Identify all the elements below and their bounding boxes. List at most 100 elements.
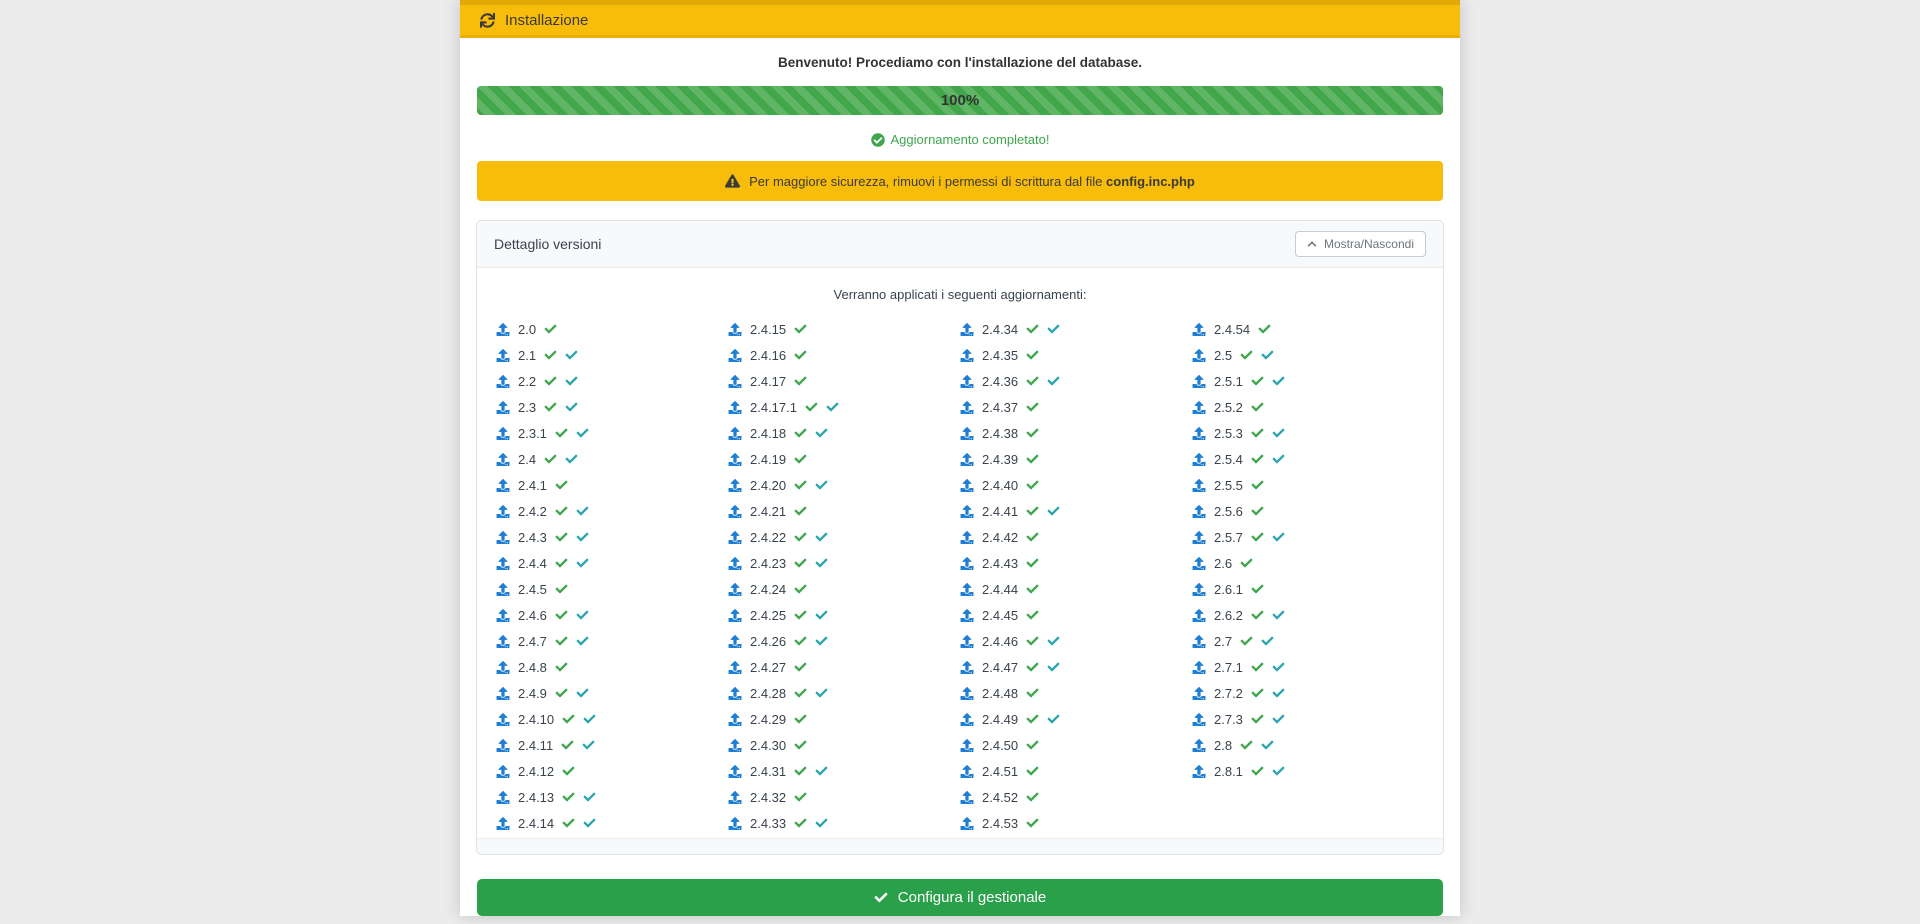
check-info-icon — [826, 401, 839, 413]
show-hide-button[interactable]: Mostra/Nascondi — [1295, 231, 1426, 257]
upload-icon — [1192, 557, 1206, 570]
check-success-icon — [1026, 453, 1039, 465]
upload-icon — [960, 687, 974, 700]
version-item: 2.4.52 — [960, 784, 1192, 810]
warning-text: Per maggiore sicurezza, rimuovi i permes… — [749, 174, 1195, 189]
upload-icon — [496, 349, 510, 362]
version-item: 2.4.29 — [728, 706, 960, 732]
check-info-icon — [815, 765, 828, 777]
version-label: 2.4.14 — [518, 816, 554, 831]
check-success-icon — [1026, 583, 1039, 595]
check-success-icon — [794, 739, 807, 751]
check-success-icon — [562, 765, 575, 777]
check-success-icon — [794, 479, 807, 491]
version-label: 2.7.1 — [1214, 660, 1243, 675]
version-label: 2.8 — [1214, 738, 1232, 753]
check-success-icon — [1026, 765, 1039, 777]
upload-icon — [1192, 765, 1206, 778]
upload-icon — [960, 401, 974, 414]
check-info-icon — [1272, 609, 1285, 621]
installation-header: Installazione — [460, 0, 1460, 38]
check-info-icon — [565, 401, 578, 413]
check-success-icon — [555, 479, 568, 491]
version-label: 2.4.54 — [1214, 322, 1250, 337]
check-success-icon — [794, 323, 807, 335]
check-icon — [874, 891, 888, 904]
version-label: 2.4 — [518, 452, 536, 467]
upload-icon — [496, 791, 510, 804]
check-info-icon — [815, 427, 828, 439]
check-success-icon — [1240, 739, 1253, 751]
upload-icon — [960, 713, 974, 726]
version-item: 2.5.2 — [1192, 394, 1424, 420]
version-item: 2.4.34 — [960, 316, 1192, 342]
upload-icon — [496, 479, 510, 492]
version-label: 2.4.1 — [518, 478, 547, 493]
version-item: 2.4.46 — [960, 628, 1192, 654]
check-success-icon — [1026, 427, 1039, 439]
check-success-icon — [1251, 375, 1264, 387]
check-success-icon — [1251, 765, 1264, 777]
version-item: 2.4.11 — [496, 732, 728, 758]
check-success-icon — [561, 739, 574, 751]
check-success-icon — [1251, 505, 1264, 517]
version-item: 2.4.45 — [960, 602, 1192, 628]
version-item: 2.5.3 — [1192, 420, 1424, 446]
upload-icon — [728, 453, 742, 466]
version-label: 2.4.9 — [518, 686, 547, 701]
check-info-icon — [815, 609, 828, 621]
check-info-icon — [565, 453, 578, 465]
version-item: 2.4.48 — [960, 680, 1192, 706]
version-item: 2.4.38 — [960, 420, 1192, 446]
check-success-icon — [1240, 557, 1253, 569]
version-label: 2.4.10 — [518, 712, 554, 727]
version-label: 2.4.31 — [750, 764, 786, 779]
check-success-icon — [1251, 713, 1264, 725]
check-info-icon — [1272, 453, 1285, 465]
check-info-icon — [1272, 765, 1285, 777]
versions-panel: Dettaglio versioni Mostra/Nascondi Verra… — [476, 220, 1444, 855]
version-item: 2.4.28 — [728, 680, 960, 706]
upload-icon — [1192, 713, 1206, 726]
version-item: 2.4.18 — [728, 420, 960, 446]
upload-icon — [1192, 505, 1206, 518]
upload-icon — [960, 817, 974, 830]
version-label: 2.5.7 — [1214, 530, 1243, 545]
configure-button[interactable]: Configura il gestionale — [477, 879, 1443, 916]
version-label: 2.4.42 — [982, 530, 1018, 545]
version-label: 2.4.45 — [982, 608, 1018, 623]
version-item: 2.4.15 — [728, 316, 960, 342]
version-item: 2.4.26 — [728, 628, 960, 654]
version-item: 2.0 — [496, 316, 728, 342]
version-label: 2.4.18 — [750, 426, 786, 441]
check-success-icon — [1026, 349, 1039, 361]
check-success-icon — [794, 349, 807, 361]
version-label: 2.4.30 — [750, 738, 786, 753]
version-item: 2.4.41 — [960, 498, 1192, 524]
upload-icon — [1192, 687, 1206, 700]
version-item: 2.4.51 — [960, 758, 1192, 784]
upload-icon — [1192, 661, 1206, 674]
version-item: 2.4.1 — [496, 472, 728, 498]
version-label: 2.4.26 — [750, 634, 786, 649]
version-label: 2.4.51 — [982, 764, 1018, 779]
versions-column-4: 2.4.542.52.5.12.5.22.5.32.5.42.5.52.5.62… — [1192, 316, 1424, 836]
version-item: 2.4.30 — [728, 732, 960, 758]
version-item: 2.8.1 — [1192, 758, 1424, 784]
version-item: 2.4.20 — [728, 472, 960, 498]
version-item: 2.4.12 — [496, 758, 728, 784]
upload-icon — [496, 453, 510, 466]
version-label: 2.4.52 — [982, 790, 1018, 805]
upload-icon — [728, 791, 742, 804]
version-item: 2.4.32 — [728, 784, 960, 810]
versions-grid: 2.02.12.22.32.3.12.42.4.12.4.22.4.32.4.4… — [496, 316, 1424, 838]
upload-icon — [960, 791, 974, 804]
check-success-icon — [1026, 557, 1039, 569]
version-label: 2.4.11 — [518, 738, 553, 753]
version-item: 2.4.37 — [960, 394, 1192, 420]
check-info-icon — [1272, 375, 1285, 387]
upload-icon — [960, 505, 974, 518]
upload-icon — [496, 817, 510, 830]
check-success-icon — [544, 401, 557, 413]
check-success-icon — [555, 635, 568, 647]
